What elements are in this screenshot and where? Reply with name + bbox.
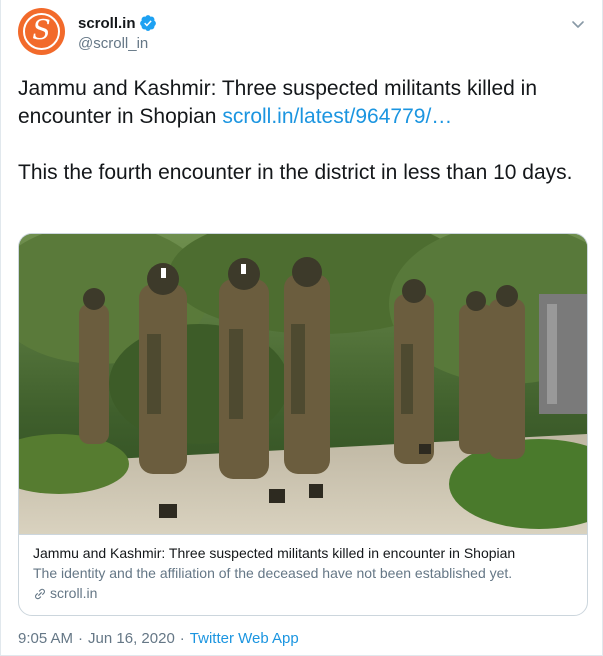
card-domain-text: scroll.in xyxy=(50,585,98,601)
handle[interactable]: @scroll_in xyxy=(78,35,148,52)
tweet-text: Jammu and Kashmir: Three suspected milit… xyxy=(18,75,588,187)
name-row: scroll.in xyxy=(78,14,157,32)
tweet-paragraph-1: Jammu and Kashmir: Three suspected milit… xyxy=(18,75,588,131)
card-title: Jammu and Kashmir: Three suspected milit… xyxy=(33,545,516,561)
display-name[interactable]: scroll.in xyxy=(78,15,136,32)
avatar-letter: S xyxy=(32,15,51,46)
tweet-source-app[interactable]: Twitter Web App xyxy=(190,630,299,647)
meta-separator: · xyxy=(78,630,84,647)
tweet-paragraph-2: This the fourth encounter in the distric… xyxy=(18,161,573,184)
card-description: The identity and the affiliation of the … xyxy=(33,565,513,581)
link-icon xyxy=(35,588,45,599)
tweet-date[interactable]: Jun 16, 2020 xyxy=(88,630,175,647)
avatar[interactable]: S xyxy=(18,8,65,55)
verified-badge-icon xyxy=(139,15,156,31)
link-card[interactable]: Jammu and Kashmir: Three suspected milit… xyxy=(18,233,588,616)
card-photo xyxy=(19,234,587,534)
tweet-header: S scroll.in @scroll_in xyxy=(18,8,588,58)
chevron-down-icon[interactable] xyxy=(568,14,588,34)
tweet: S scroll.in @scroll_in Jammu and Kashmir… xyxy=(0,0,603,656)
meta-separator: · xyxy=(179,630,185,647)
tweet-meta: 9:05 AM · Jun 16, 2020 · Twitter Web App xyxy=(18,630,299,647)
tweet-time[interactable]: 9:05 AM xyxy=(18,630,73,647)
card-body[interactable]: Jammu and Kashmir: Three suspected milit… xyxy=(19,534,587,615)
card-image[interactable] xyxy=(19,234,587,534)
tweet-link[interactable]: scroll.in/latest/964779/… xyxy=(222,105,452,128)
card-domain: scroll.in xyxy=(33,584,573,603)
